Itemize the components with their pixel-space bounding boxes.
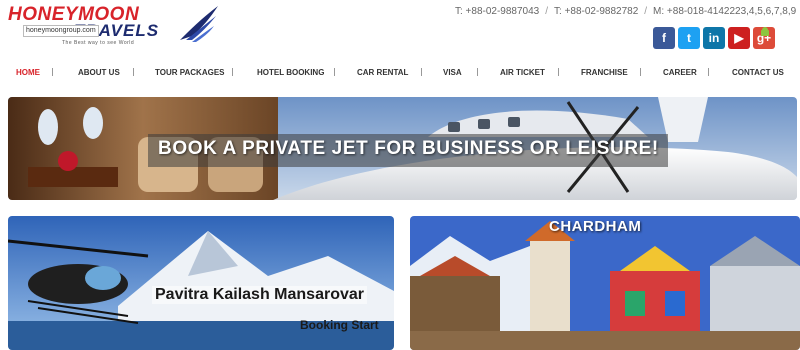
temples-image <box>410 216 800 350</box>
nav-divider <box>232 68 233 76</box>
nav-divider <box>477 68 478 76</box>
nav-item-home[interactable]: HOME <box>16 68 40 77</box>
booking-start-label: Booking Start <box>300 318 379 332</box>
kailash-mansarovar-banner[interactable]: Pavitra Kailash Mansarovar Booking Start <box>8 216 394 350</box>
site-logo[interactable]: HONEYMOON TRAVELS honeymoongroup.com The… <box>8 4 218 48</box>
linkedin-icon[interactable]: in <box>703 27 725 49</box>
main-nav: HOME ABOUT US TOUR PACKAGES HOTEL BOOKIN… <box>0 64 800 82</box>
nav-item-career[interactable]: CAREER <box>663 68 697 77</box>
youtube-icon[interactable]: ▶ <box>728 27 750 49</box>
nav-divider <box>640 68 641 76</box>
nav-item-air-ticket[interactable]: AIR TICKET <box>500 68 545 77</box>
nav-divider <box>133 68 134 76</box>
hero-caption: BOOK A PRIVATE JET FOR BUSINESS OR LEISU… <box>158 138 659 159</box>
nav-item-car-rental[interactable]: CAR RENTAL <box>357 68 408 77</box>
separator: / <box>545 6 549 17</box>
nav-item-franchise[interactable]: FRANCHISE <box>581 68 628 77</box>
kailash-title: Pavitra Kailash Mansarovar <box>152 286 367 304</box>
social-links: f t in ▶ g+ <box>653 27 775 49</box>
logo-tagline: The Best way to see World <box>62 40 135 46</box>
nav-divider <box>334 68 335 76</box>
nav-item-hotel-booking[interactable]: HOTEL BOOKING <box>257 68 324 77</box>
nav-divider <box>421 68 422 76</box>
nav-item-tour-packages[interactable]: TOUR PACKAGES <box>155 68 225 77</box>
mobile-numbers[interactable]: M: +88-018-4142223,4,5,6,7,8,9 <box>653 6 796 17</box>
nav-item-contact-us[interactable]: CONTACT US <box>732 68 784 77</box>
nav-item-visa[interactable]: VISA <box>443 68 462 77</box>
nav-item-about-us[interactable]: ABOUT US <box>78 68 120 77</box>
separator: / <box>644 6 648 17</box>
nav-divider <box>52 68 53 76</box>
wing-icon <box>180 6 218 42</box>
facebook-icon[interactable]: f <box>653 27 675 49</box>
chardham-title: CHARDHAM <box>549 218 642 235</box>
phone-1[interactable]: T: +88-02-9887043 <box>455 6 539 17</box>
phone-2[interactable]: T: +88-02-9882782 <box>554 6 638 17</box>
chardham-banner[interactable]: CHARDHAM <box>410 216 800 350</box>
contact-info: T: +88-02-9887043 / T: +88-02-9882782 / … <box>455 6 796 17</box>
hero-banner[interactable]: BOOK A PRIVATE JET FOR BUSINESS OR LEISU… <box>8 97 797 200</box>
nav-divider <box>708 68 709 76</box>
logo-domain: honeymoongroup.com <box>23 25 99 37</box>
twitter-icon[interactable]: t <box>678 27 700 49</box>
android-icon <box>761 27 769 36</box>
nav-divider <box>558 68 559 76</box>
